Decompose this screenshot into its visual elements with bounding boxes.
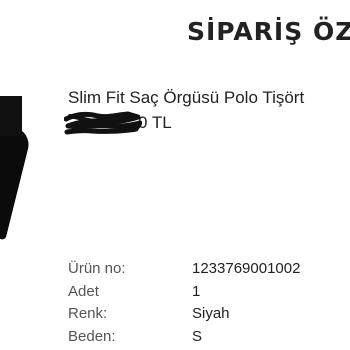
detail-value: S xyxy=(192,327,203,345)
price-row: 0 TL xyxy=(64,111,188,135)
detail-value: 1233769001002 xyxy=(192,260,301,277)
product-thumbnail[interactable] xyxy=(0,118,33,241)
order-summary-title: SİPARİŞ ÖZI xyxy=(187,17,350,46)
price-redaction-scribble xyxy=(64,111,142,135)
detail-label: Beden: xyxy=(68,327,116,345)
detail-label: Adet xyxy=(68,282,99,300)
detail-value: Siyah xyxy=(192,305,230,322)
price-text: 0 TL xyxy=(138,113,172,132)
detail-value: 1 xyxy=(192,282,201,300)
detail-label: Ürün no: xyxy=(68,260,126,277)
product-thumbnail-edge xyxy=(0,96,22,136)
product-name: Slim Fit Saç Örgüsü Polo Tişört xyxy=(68,88,305,107)
detail-label: Renk: xyxy=(68,305,108,322)
